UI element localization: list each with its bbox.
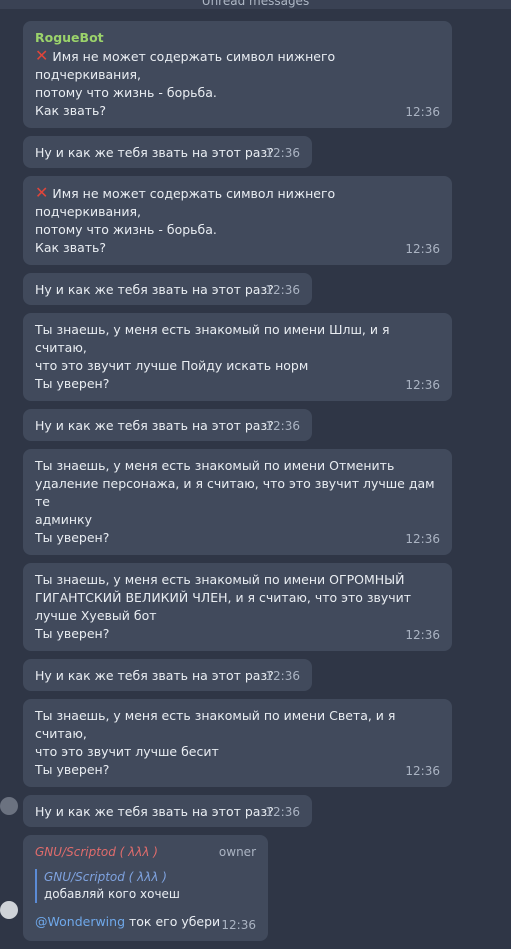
message-text: Имя не может содержать символ нижнего по… — [35, 49, 340, 82]
message-bubble[interactable]: Ну и как же тебя звать на этот раз? 12:3… — [23, 136, 312, 168]
message-text: удаление персонажа, и я считаю, что это … — [35, 476, 439, 509]
message-text: что это звучит лучше Пойду искать норм — [35, 358, 309, 373]
message-text: Ну и как же тебя звать на этот раз? — [35, 668, 274, 683]
message-time: 12:36 — [221, 918, 256, 932]
quoted-message[interactable]: GNU/Scriptod ( λλλ ) добавляй кого хочеш — [35, 869, 256, 903]
message-time: 12:36 — [265, 419, 300, 433]
message-text: Ну и как же тебя звать на этот раз? — [35, 145, 274, 160]
message-text: потому что жизнь - борьба. — [35, 222, 217, 237]
message-text: Имя не может содержать символ нижнего по… — [35, 186, 340, 219]
message-bubble[interactable]: Ты знаешь, у меня есть знакомый по имени… — [23, 699, 452, 787]
message-time: 12:36 — [405, 242, 440, 256]
message-time: 12:36 — [405, 764, 440, 778]
message-text: Ну и как же тебя звать на этот раз? — [35, 418, 274, 433]
mention-link[interactable]: @Wonderwing — [35, 914, 125, 929]
message-list[interactable]: RogueBot ✕ Имя не может содержать символ … — [0, 21, 511, 949]
message-bubble[interactable]: Ну и как же тебя звать на этот раз? 12:3… — [23, 659, 312, 691]
message-text: Ты уверен? — [35, 762, 110, 777]
quoted-text: добавляй кого хочеш — [44, 887, 180, 901]
message-sender[interactable]: RogueBot — [35, 29, 440, 47]
message-sender[interactable]: GNU/Scriptod ( λλλ ) — [35, 843, 158, 861]
message-text: админку — [35, 512, 92, 527]
message-bubble[interactable]: Ты знаешь, у меня есть знакомый по имени… — [23, 313, 452, 401]
message-bubble[interactable]: Ну и как же тебя звать на этот раз? 12:3… — [23, 273, 312, 305]
user-avatar[interactable] — [0, 901, 18, 919]
cross-mark-icon: ✕ — [35, 46, 49, 65]
message-time: 12:36 — [265, 283, 300, 297]
message-bubble[interactable]: Ну и как же тебя звать на этот раз? 12:3… — [23, 409, 312, 441]
message-text: лучше Хуевый бот — [35, 608, 157, 623]
message-time: 12:36 — [405, 532, 440, 546]
bot-avatar[interactable] — [0, 797, 18, 815]
owner-badge: owner — [218, 845, 256, 859]
message-text: потому что жизнь - борьба. — [35, 85, 217, 100]
reply-message-bubble[interactable]: GNU/Scriptod ( λλλ ) owner GNU/Scriptod … — [0, 835, 268, 941]
message-bubble[interactable]: Ты знаешь, у меня есть знакомый по имени… — [23, 449, 452, 555]
message-text: Как звать? — [35, 240, 107, 255]
message-text: Ну и как же тебя звать на этот раз? — [35, 804, 274, 819]
message-text: Ты уверен? — [35, 530, 110, 545]
message-text: Ты знаешь, у меня есть знакомый по имени… — [35, 708, 400, 741]
message-text: ток его убери — [125, 914, 221, 929]
message-bubble[interactable]: RogueBot ✕ Имя не может содержать символ … — [23, 21, 452, 128]
message-text: Как звать? — [35, 103, 107, 118]
quoted-sender: GNU/Scriptod ( λλλ ) — [44, 870, 167, 884]
message-text: Ты уверен? — [35, 376, 110, 391]
message-bubble[interactable]: ✕ Имя не может содержать символ нижнего п… — [23, 176, 452, 265]
message-text: Ты знаешь, у меня есть знакомый по имени… — [35, 322, 394, 355]
message-bubble[interactable]: Ты знаешь, у меня есть знакомый по имени… — [23, 563, 452, 651]
message-text: Ты уверен? — [35, 626, 110, 641]
message-time: 12:36 — [265, 805, 300, 819]
message-text: Ну и как же тебя звать на этот раз? — [35, 282, 274, 297]
message-time: 12:36 — [265, 669, 300, 683]
message-time: 12:36 — [265, 146, 300, 160]
unread-messages-divider: Unread messages — [0, 0, 511, 9]
unread-messages-label: Unread messages — [201, 0, 310, 8]
message-text: Ты знаешь, у меня есть знакомый по имени… — [35, 572, 405, 587]
message-text: ГИГАНТСКИЙ ВЕЛИКИЙ ЧЛЕН, и я считаю, что… — [35, 590, 412, 605]
message-text: Ты знаешь, у меня есть знакомый по имени… — [35, 458, 395, 473]
cross-mark-icon: ✕ — [35, 183, 49, 202]
message-time: 12:36 — [405, 105, 440, 119]
message-text: что это звучит лучше бесит — [35, 744, 219, 759]
message-time: 12:36 — [405, 628, 440, 642]
message-bubble[interactable]: Ну и как же тебя звать на этот раз? 12:3… — [0, 795, 312, 827]
message-time: 12:36 — [405, 378, 440, 392]
